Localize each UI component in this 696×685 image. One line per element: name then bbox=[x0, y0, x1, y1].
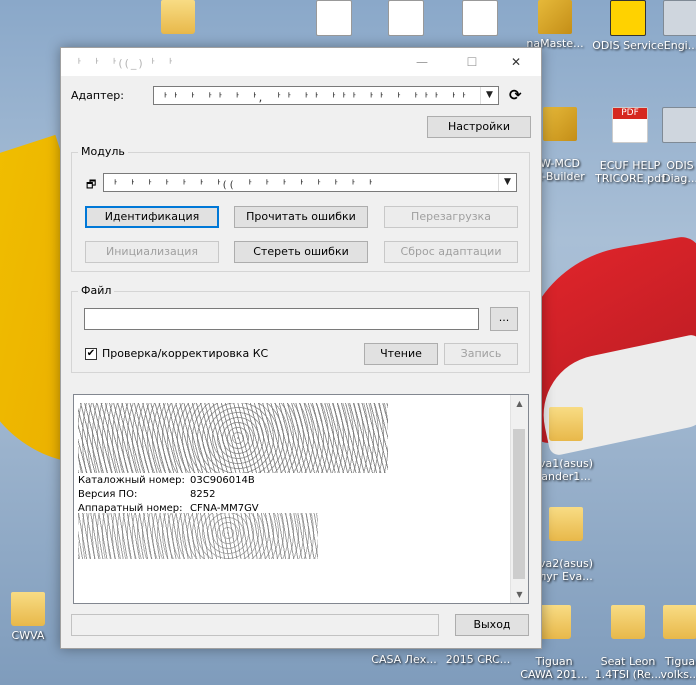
file-path-input[interactable] bbox=[84, 308, 479, 330]
chevron-down-icon: ▼ bbox=[480, 87, 498, 104]
reset-adaptation-button[interactable]: Сброс адаптации bbox=[384, 241, 518, 263]
log-scrollbar[interactable]: ▲ ▼ bbox=[510, 395, 528, 603]
flasher-window: ᅡ ᅡ ᅡ((_)ᅡ ᅡ — ☐ ✕ Адаптер: ᅡᅡ ᅡ ᅡᅡ ᅡ ᅡ,… bbox=[60, 47, 542, 649]
desktop-icon-label: CWVA bbox=[11, 629, 45, 642]
read-button[interactable]: Чтение bbox=[364, 343, 438, 365]
settings-button[interactable]: Настройки bbox=[427, 116, 531, 138]
scroll-down-icon[interactable]: ▼ bbox=[511, 586, 528, 603]
module-select[interactable]: ᅡ ᅡ ᅡ ᅡ ᅡ ᅡ ᅡ(( ᅡ ᅡ ᅡ ᅡ ᅡ ᅡ ᅡ ᅡ ▼ bbox=[103, 173, 517, 192]
module-group-title: Модуль bbox=[78, 145, 128, 158]
maximize-button[interactable]: ☐ bbox=[455, 48, 489, 76]
log-sw-value: 8252 bbox=[190, 489, 216, 500]
desktop-icon-cwva[interactable]: CWVA bbox=[0, 592, 66, 642]
desktop-icon-label: W-MCD X-Builder bbox=[535, 157, 585, 183]
file-group-title: Файл bbox=[78, 284, 115, 297]
document-icon bbox=[462, 0, 498, 36]
clear-errors-button[interactable]: Стереть ошибки bbox=[234, 241, 368, 263]
identify-button[interactable]: Идентификация bbox=[85, 206, 219, 228]
desktop-icon-seat-leon[interactable]: Seat Leon 1.4TSI (Re... bbox=[590, 592, 666, 681]
desktop-icon-engi[interactable]: Engi... bbox=[656, 0, 696, 52]
desktop-icon-tiguan-volks[interactable]: Tigua volks... bbox=[660, 592, 696, 681]
folder-icon bbox=[11, 592, 45, 626]
adapter-select[interactable]: ᅡᅡ ᅡ ᅡᅡ ᅡ ᅡ, ᅡᅡ ᅡᅡ ᅡᅡᅡ ᅡᅡ ᅡ ᅡᅡᅡ ᅡᅡ ᅡ ᅡᅡ … bbox=[153, 86, 499, 105]
app-icon bbox=[662, 107, 696, 143]
document-icon bbox=[316, 0, 352, 36]
refresh-icon[interactable]: ⟳ bbox=[509, 86, 522, 104]
desktop-icon-label: Seat Leon 1.4TSI (Re... bbox=[594, 655, 662, 681]
window-restore-icon[interactable]: 🗗 bbox=[86, 176, 96, 195]
exit-button[interactable]: Выход bbox=[455, 614, 529, 636]
scroll-thumb[interactable] bbox=[513, 429, 525, 579]
desktop-icon-label: Tigua volks... bbox=[660, 655, 696, 681]
log-output[interactable]: Каталожный номер: 03C906014B Версия ПО: 82… bbox=[73, 394, 529, 604]
window-title: ᅡ ᅡ ᅡ((_)ᅡ ᅡ bbox=[71, 57, 175, 70]
desktop-icon-label: va1(asus) ander1... bbox=[538, 457, 593, 483]
desktop-icon-folder-top[interactable] bbox=[140, 0, 216, 37]
box-icon bbox=[543, 107, 577, 141]
read-errors-button[interactable]: Прочитать ошибки bbox=[234, 206, 368, 228]
module-value: ᅡ ᅡ ᅡ ᅡ ᅡ ᅡ ᅡ(( ᅡ ᅡ ᅡ ᅡ ᅡ ᅡ ᅡ ᅡ bbox=[108, 180, 374, 191]
desktop-icon-odis-diag[interactable]: ODIS Diag... bbox=[660, 94, 696, 185]
status-bar bbox=[71, 614, 439, 636]
folder-icon bbox=[549, 407, 583, 441]
desktop-icon-label: ODIS Service bbox=[592, 39, 664, 52]
reboot-button[interactable]: Перезагрузка bbox=[384, 206, 518, 228]
write-button[interactable]: Запись bbox=[444, 343, 518, 365]
desktop-icon-label: Tiguan CAWA 201... bbox=[520, 655, 588, 681]
folder-icon bbox=[161, 0, 195, 34]
scroll-up-icon[interactable]: ▲ bbox=[511, 395, 528, 412]
document-icon bbox=[388, 0, 424, 36]
desktop-icon-shortcut-2[interactable] bbox=[368, 0, 444, 39]
box-icon bbox=[538, 0, 572, 34]
chevron-down-icon: ▼ bbox=[498, 174, 516, 191]
pdf-icon bbox=[612, 107, 648, 143]
redacted-scribble bbox=[78, 513, 318, 559]
file-group: Файл ... ✔ Проверка/корректировка КС Чте… bbox=[71, 284, 530, 373]
title-bar[interactable]: ᅡ ᅡ ᅡ((_)ᅡ ᅡ — ☐ ✕ bbox=[61, 48, 541, 76]
desktop-icon-ecuf-help[interactable]: ECUF HELP TRICORE.pdf bbox=[592, 94, 668, 185]
adapter-label: Адаптер: bbox=[71, 89, 124, 102]
desktop-icon-label: ECUF HELP TRICORE.pdf bbox=[595, 159, 665, 185]
redacted-logo-scribble bbox=[78, 403, 388, 473]
checksum-checkbox[interactable]: ✔ bbox=[85, 348, 97, 360]
folder-icon bbox=[537, 605, 571, 639]
browse-button[interactable]: ... bbox=[490, 307, 518, 331]
desktop-icon-label: CASA Лех... bbox=[371, 653, 437, 666]
log-catalog-key: Каталожный номер: bbox=[78, 475, 185, 486]
app-icon bbox=[663, 0, 696, 36]
desktop-icon-label: va2(asus) луг Eva... bbox=[538, 557, 593, 583]
folder-icon bbox=[549, 507, 583, 541]
desktop-icon-label: ODIS Diag... bbox=[662, 159, 696, 185]
desktop-icon-shortcut-1[interactable] bbox=[296, 0, 372, 39]
desktop-icon-label: Engi... bbox=[663, 39, 696, 52]
log-catalog-line: Каталожный номер: 03C906014B bbox=[78, 475, 255, 486]
module-group: Модуль 🗗 ᅡ ᅡ ᅡ ᅡ ᅡ ᅡ ᅡ(( ᅡ ᅡ ᅡ ᅡ ᅡ ᅡ ᅡ ᅡ… bbox=[71, 145, 530, 272]
desktop-icon-odis-service[interactable]: ODIS Service bbox=[590, 0, 666, 52]
close-button[interactable]: ✕ bbox=[499, 48, 533, 76]
checksum-label: Проверка/корректировка КС bbox=[102, 347, 269, 360]
minimize-button[interactable]: — bbox=[405, 48, 439, 76]
log-sw-line: Версия ПО: 8252 bbox=[78, 489, 215, 500]
log-sw-key: Версия ПО: bbox=[78, 489, 138, 500]
folder-icon bbox=[663, 605, 696, 639]
adapter-value: ᅡᅡ ᅡ ᅡᅡ ᅡ ᅡ, ᅡᅡ ᅡᅡ ᅡᅡᅡ ᅡᅡ ᅡ ᅡᅡᅡ ᅡᅡ ᅡ ᅡᅡ bbox=[158, 93, 476, 104]
folder-icon bbox=[611, 605, 645, 639]
odis-icon bbox=[610, 0, 646, 36]
log-catalog-value: 03C906014B bbox=[190, 475, 255, 486]
init-button[interactable]: Инициализация bbox=[85, 241, 219, 263]
desktop-icon-label: 2015 CRC... bbox=[445, 653, 511, 666]
desktop-icon-namaster[interactable]: naMaste... bbox=[517, 0, 593, 50]
desktop-icon-shortcut-3[interactable] bbox=[442, 0, 518, 39]
